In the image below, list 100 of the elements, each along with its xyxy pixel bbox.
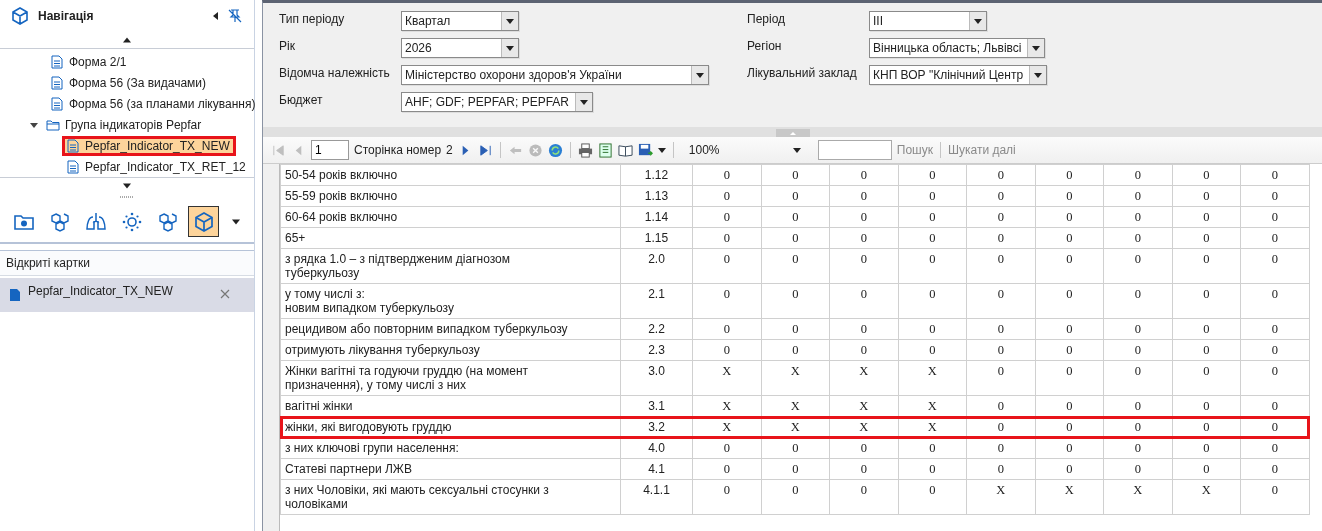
close-icon[interactable] xyxy=(220,289,230,299)
caret-icon xyxy=(792,147,801,153)
refresh-icon[interactable] xyxy=(547,142,563,158)
tree-item[interactable]: Група індикаторів Pepfar xyxy=(44,116,206,133)
table-cell: 0 xyxy=(792,231,799,245)
table-cell: 0 xyxy=(1203,441,1210,455)
collapse-icon[interactable] xyxy=(212,12,220,20)
table-cell: 0 xyxy=(1271,441,1278,455)
table-cell: 0 xyxy=(723,189,730,203)
tree-item[interactable]: Pepfar_Indicator_TX_NEW xyxy=(64,137,234,154)
document-icon xyxy=(50,96,64,111)
filter-dropdown[interactable]: КНП ВОР "Клінічний Центр xyxy=(869,65,1048,85)
caret-icon xyxy=(506,45,514,51)
table-cell: 0 xyxy=(1066,252,1073,266)
pin-icon[interactable] xyxy=(228,9,242,23)
table-cell: 0 xyxy=(997,252,1004,266)
table-cell: 0 xyxy=(723,441,730,455)
row-label: жінки, які вигодовують груддю xyxy=(285,420,453,434)
filter-label: Бюджет xyxy=(279,92,324,107)
save-icon[interactable] xyxy=(637,142,653,158)
table-cell: 0 xyxy=(1271,364,1278,378)
caret-icon[interactable] xyxy=(657,147,666,153)
table-cell: 0 xyxy=(1203,210,1210,224)
table-cell: 0 xyxy=(929,441,936,455)
table-cell: 0 xyxy=(929,168,936,182)
table-cell: 0 xyxy=(1203,287,1210,301)
table-cell: 0 xyxy=(860,252,867,266)
table-cell: 0 xyxy=(997,210,1004,224)
table-cell: X xyxy=(996,483,1006,497)
table-cell: X xyxy=(790,399,800,413)
table-cell: 0 xyxy=(1134,210,1141,224)
panel-title: Навігація xyxy=(38,9,94,23)
table-cell: 0 xyxy=(1134,322,1141,336)
row-label: 50-54 років включно xyxy=(285,168,399,182)
row-label: 55-59 років включно xyxy=(285,189,399,203)
expand-caret-icon[interactable] xyxy=(30,120,38,129)
table-cell: 0 xyxy=(1134,399,1141,413)
print-icon[interactable] xyxy=(577,142,593,158)
tree-item[interactable]: Форма 56 (За видачами) xyxy=(48,74,211,91)
table-cell: 0 xyxy=(792,483,799,497)
filter-dropdown[interactable]: III xyxy=(869,11,987,31)
scroll-up-icon[interactable] xyxy=(123,36,131,44)
filter-dropdown[interactable]: Квартал xyxy=(401,11,519,31)
row-code: 1.13 xyxy=(644,189,669,203)
table-cell: X xyxy=(859,364,869,378)
search-field[interactable] xyxy=(817,140,892,160)
filter-dropdown[interactable]: Міністерство охорони здоров'я України xyxy=(401,65,709,85)
table-cell: 0 xyxy=(1066,189,1073,203)
filter-dropdown[interactable]: AHF; GDF; PEPFAR; PEPFAR xyxy=(401,92,594,112)
table-cell: X xyxy=(859,399,869,413)
module-button[interactable] xyxy=(188,206,219,237)
table-cell: 0 xyxy=(792,189,799,203)
tree-item[interactable]: Форма 2/1 xyxy=(48,53,131,70)
open-card-tab[interactable]: Pepfar_Indicator_TX_NEW xyxy=(0,278,254,312)
table-cell: 0 xyxy=(1134,252,1141,266)
table-cell: 0 xyxy=(723,287,730,301)
row-label: Жінки вагітні та годуючи груддю (на момент призначення), у тому числі з них xyxy=(285,364,530,392)
table-cell: 0 xyxy=(997,441,1004,455)
document-icon xyxy=(50,75,64,90)
document-icon xyxy=(66,159,80,174)
page-number-field[interactable]: 1 xyxy=(311,140,349,160)
row-label: з них ключові групи населення: xyxy=(285,441,460,455)
scroll-down-icon[interactable] xyxy=(123,182,131,190)
filter-dropdown[interactable]: 2026 xyxy=(401,38,519,58)
row-code: 2.0 xyxy=(648,252,665,266)
table-cell: 0 xyxy=(723,168,730,182)
filter-label: Регіон xyxy=(747,38,783,53)
tree-item[interactable]: Pepfar_Indicator_TX_RET_12 xyxy=(64,158,250,175)
page-layout-icon[interactable] xyxy=(597,142,613,158)
cube-icon xyxy=(10,6,30,26)
table-cell: X xyxy=(1133,483,1143,497)
lungs-icon xyxy=(84,210,107,233)
table-cell: X xyxy=(1201,483,1211,497)
tree-item[interactable]: Форма 56 (за планами лікування) xyxy=(48,95,260,112)
table-cell: 0 xyxy=(1271,322,1278,336)
page-label: Сторінка номер xyxy=(354,143,442,157)
more-caret-icon[interactable] xyxy=(232,217,240,226)
caret-icon xyxy=(506,18,514,24)
zoom-dropdown[interactable]: 100% xyxy=(680,141,805,159)
table-cell: 0 xyxy=(792,322,799,336)
filter-label: Рік xyxy=(279,38,296,53)
table-cell: 0 xyxy=(929,252,936,266)
table-cell: 0 xyxy=(1203,462,1210,476)
table-cell: 0 xyxy=(997,287,1004,301)
table-cell: 0 xyxy=(997,399,1004,413)
table-cell: 0 xyxy=(997,420,1004,434)
table-cell: 0 xyxy=(723,462,730,476)
filter-dropdown[interactable]: Вінницька область; Львівсі xyxy=(869,38,1046,58)
table-cell: 0 xyxy=(1134,462,1141,476)
table-cell: 0 xyxy=(723,210,730,224)
row-label: отримують лікування туберкульозу xyxy=(285,343,481,357)
table-cell: 0 xyxy=(1066,420,1073,434)
caret-icon xyxy=(580,99,589,105)
table-cell: X xyxy=(790,420,800,434)
table-cell: 0 xyxy=(997,364,1004,378)
table-cell: 0 xyxy=(997,462,1004,476)
last-page-icon[interactable] xyxy=(477,142,493,158)
table-cell: 0 xyxy=(860,168,867,182)
table-cell: 0 xyxy=(1203,168,1210,182)
book-icon[interactable] xyxy=(617,142,633,158)
